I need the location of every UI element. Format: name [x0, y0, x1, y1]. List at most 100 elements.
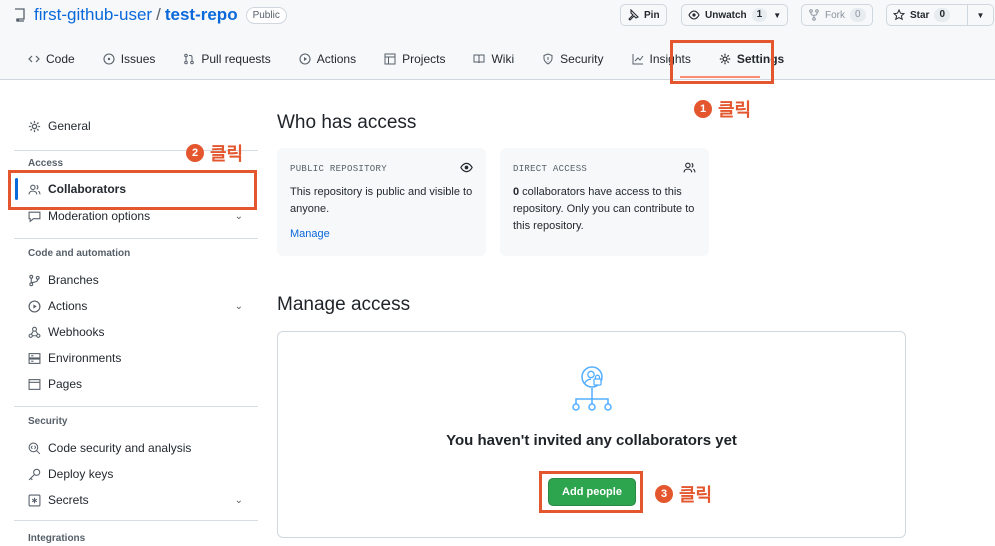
unwatch-button[interactable]: Unwatch 1 ▼	[681, 4, 789, 26]
pin-icon	[628, 9, 639, 21]
highlight-add-people	[539, 471, 643, 513]
repo-icon	[15, 8, 25, 22]
sidebar-item-label: Secrets	[48, 493, 89, 507]
chevron-down-icon: ⌄	[234, 210, 243, 222]
shield-icon	[543, 53, 553, 65]
asterisk-icon	[28, 494, 41, 506]
public-repository-box: PUBLIC REPOSITORY This repository is pub…	[277, 148, 486, 256]
sidebar-heading-access: Access	[28, 158, 64, 169]
sidebar-item-label: Moderation options	[48, 209, 151, 223]
sidebar-divider	[14, 406, 258, 407]
public-repository-text: This repository is public and visible to…	[290, 186, 473, 215]
sidebar-item-webhooks[interactable]: Webhooks	[28, 320, 243, 344]
fork-icon	[809, 9, 819, 21]
tab-wiki[interactable]: Wiki	[459, 44, 528, 74]
sidebar-item-pages[interactable]: Pages	[28, 372, 243, 396]
sidebar-item-label: Deploy keys	[48, 467, 114, 481]
sidebar-item-label: Environments	[48, 351, 122, 365]
tab-label: Security	[560, 52, 604, 66]
server-icon	[28, 352, 41, 364]
sidebar-item-label: Branches	[48, 273, 99, 287]
tab-label: Wiki	[491, 52, 515, 66]
issue-icon	[103, 53, 115, 65]
eye-icon	[688, 10, 700, 20]
sidebar-item-secrets[interactable]: Secrets ⌄	[28, 488, 243, 512]
who-has-access-title: Who has access	[277, 112, 417, 133]
direct-access-description: collaborators have access to this reposi…	[513, 186, 695, 232]
play-icon	[299, 53, 311, 65]
comment-icon	[28, 211, 41, 223]
fork-button[interactable]: Fork 0	[801, 4, 873, 26]
key-icon	[28, 468, 41, 480]
sidebar-item-label: Pages	[48, 377, 83, 391]
step-number: 1	[694, 100, 712, 118]
tab-label: Issues	[120, 52, 156, 66]
gear-icon	[28, 120, 41, 132]
star-label: Star	[910, 9, 930, 21]
tab-projects[interactable]: Projects	[370, 44, 459, 74]
code-icon	[28, 55, 40, 63]
sidebar-divider	[14, 238, 258, 239]
repo-name-link[interactable]: test-repo	[165, 5, 238, 25]
sidebar-item-label: General	[48, 119, 91, 133]
star-count: 0	[934, 8, 951, 22]
step-label: 클릭	[679, 485, 713, 506]
annotation-step-3: 3 클릭	[655, 481, 712, 507]
direct-access-label: DIRECT ACCESS	[513, 164, 588, 174]
manage-link[interactable]: Manage	[290, 228, 330, 240]
direct-access-box: DIRECT ACCESS 0 collaborators have acces…	[500, 148, 709, 256]
step-number: 3	[655, 485, 673, 503]
branch-icon	[29, 274, 40, 286]
step-label: 클릭	[718, 100, 752, 121]
tab-security[interactable]: Security	[528, 44, 617, 74]
unwatch-count: 1	[751, 8, 768, 22]
manage-access-title: Manage access	[277, 294, 411, 315]
tab-actions[interactable]: Actions	[285, 44, 370, 74]
fork-label: Fork	[825, 9, 845, 21]
sidebar-heading-integrations: Integrations	[28, 533, 86, 544]
sidebar-item-deploy-keys[interactable]: Deploy keys	[28, 462, 243, 486]
sidebar-item-general[interactable]: General	[28, 114, 243, 138]
tab-label: Code	[46, 52, 75, 66]
tab-issues[interactable]: Issues	[89, 44, 170, 74]
visibility-badge: Public	[245, 6, 287, 24]
step-number: 2	[186, 144, 204, 162]
sidebar-heading-code: Code and automation	[28, 248, 131, 259]
sidebar-item-code-security[interactable]: Code security and analysis	[28, 436, 243, 460]
sidebar-item-branches[interactable]: Branches	[28, 268, 243, 292]
codescan-icon	[28, 442, 41, 454]
graph-icon	[632, 54, 643, 65]
sidebar-item-actions[interactable]: Actions ⌄	[28, 294, 243, 318]
tab-label: Projects	[402, 52, 446, 66]
pin-button[interactable]: Pin	[620, 4, 667, 26]
tab-code[interactable]: Code	[14, 44, 89, 74]
fork-count: 0	[850, 8, 866, 22]
empty-state-text: You haven't invited any collaborators ye…	[446, 432, 737, 449]
webhook-icon	[28, 326, 41, 338]
star-list-dropdown[interactable]: ▼	[968, 4, 994, 26]
people-icon	[683, 162, 696, 173]
chevron-down-icon: ▼	[773, 10, 782, 20]
tab-pull-requests[interactable]: Pull requests	[169, 44, 284, 74]
play-icon	[28, 299, 41, 313]
chevron-down-icon: ▼	[976, 10, 985, 20]
person-lock-icon	[572, 366, 612, 411]
step-label: 클릭	[210, 144, 244, 165]
eye-icon	[460, 162, 473, 173]
repo-title: first-github-user / test-repo Public	[14, 4, 287, 26]
public-repository-label: PUBLIC REPOSITORY	[290, 164, 387, 174]
chevron-down-icon: ⌄	[234, 494, 243, 506]
annotation-step-2: 2 클릭	[186, 140, 243, 166]
sidebar-item-environments[interactable]: Environments	[28, 346, 243, 370]
sidebar-divider	[14, 520, 258, 521]
book-icon	[473, 54, 485, 64]
repo-header: first-github-user / test-repo Public Pin…	[0, 0, 995, 80]
star-button[interactable]: Star 0	[886, 4, 968, 26]
repo-owner-link[interactable]: first-github-user	[34, 5, 152, 25]
table-icon	[384, 53, 396, 65]
highlight-collaborators	[8, 170, 257, 210]
browser-icon	[28, 378, 41, 390]
pin-label: Pin	[644, 9, 660, 21]
sidebar-item-label: Webhooks	[48, 325, 105, 339]
pull-request-icon	[184, 53, 195, 65]
